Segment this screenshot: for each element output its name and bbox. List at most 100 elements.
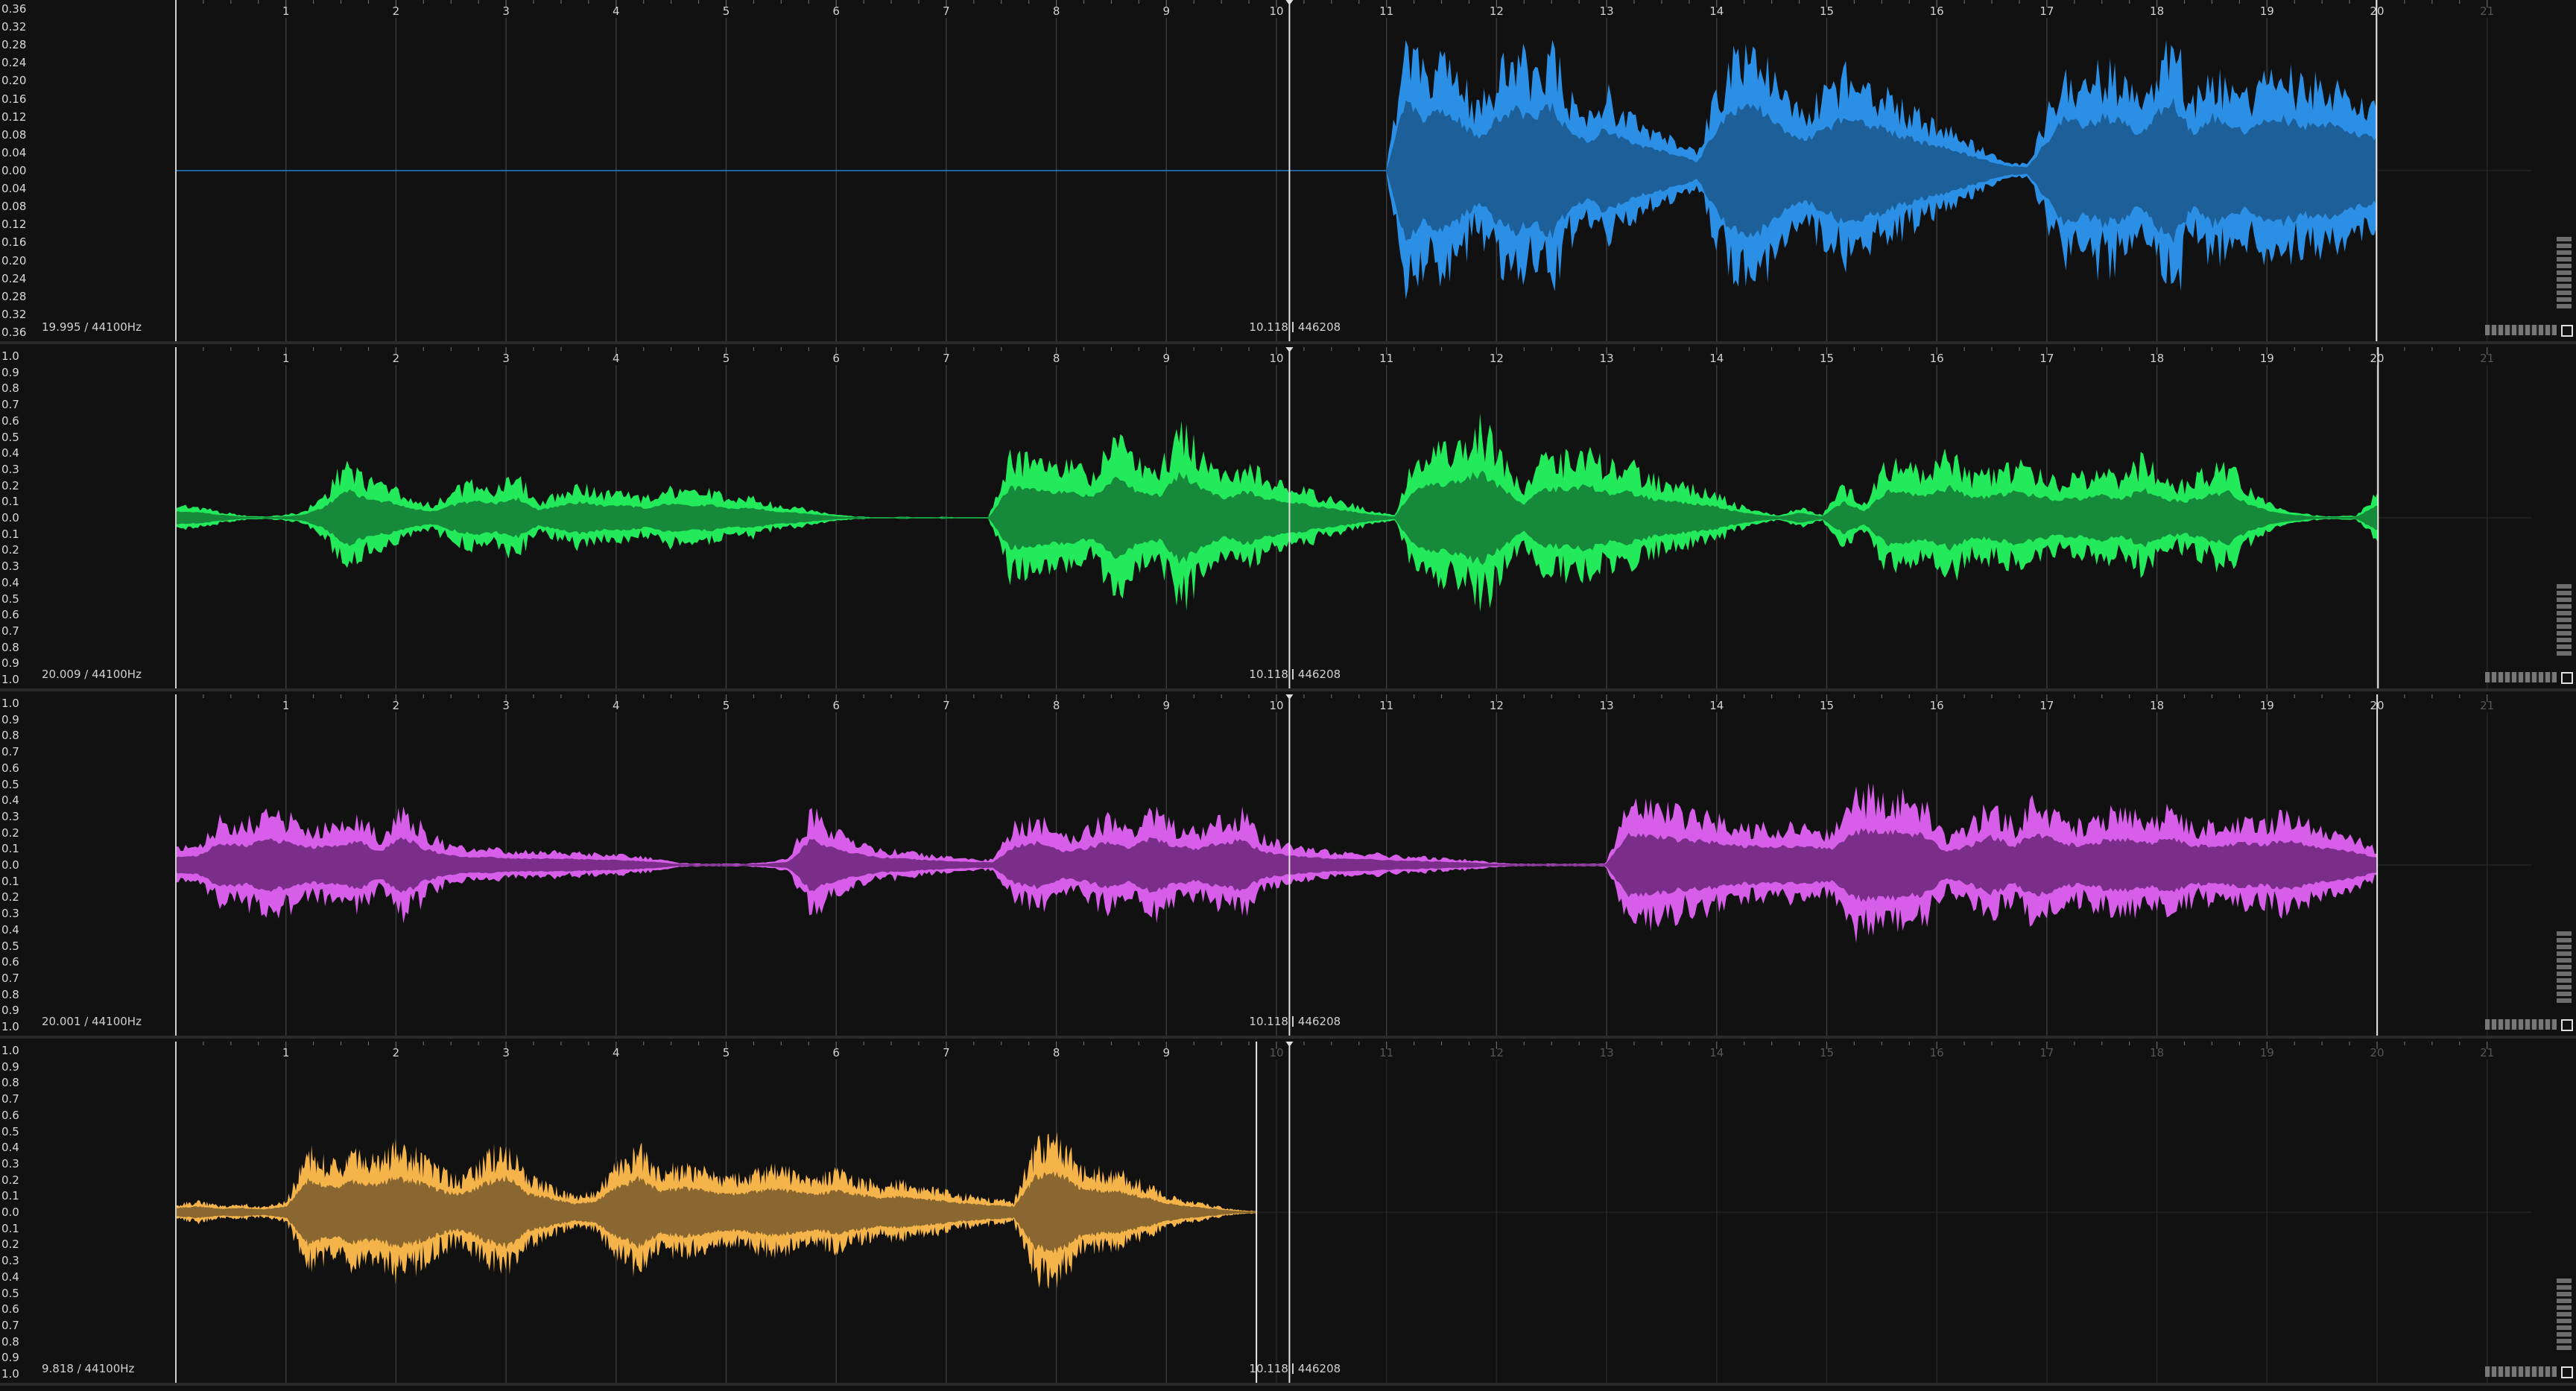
meter-segment <box>2557 291 2572 295</box>
cursor-time: 10.118 <box>1249 668 1288 681</box>
track-toggle-checkbox[interactable] <box>2561 325 2573 337</box>
waveform-canvas[interactable] <box>0 1042 2576 1383</box>
amplitude-label: 0.0 <box>1 511 19 525</box>
time-tick-label: 6 <box>832 699 840 712</box>
meter-segment <box>2557 297 2572 302</box>
time-tick-label: 4 <box>613 699 620 712</box>
meter-segment <box>2557 972 2572 976</box>
amplitude-label: 0.04 <box>1 182 27 196</box>
playhead-marker-icon <box>1285 347 1294 352</box>
time-tick-label: 5 <box>722 699 730 712</box>
waveform-tracks: 1 2 3 4 5 6 7 8 9 10 11 12 13 14 15 16 17 18 19 20 21 0.36 0.3… <box>0 0 2576 1391</box>
time-tick-label: 1 <box>282 352 290 365</box>
amplitude-label: 0.28 <box>1 289 27 303</box>
audio-track-4[interactable]: 1 2 3 4 5 6 7 8 9 10 11 12 13 14 15 16 17 18 19 20 21 1.0 0.9 0… <box>0 1042 2576 1386</box>
time-tick-label: 2 <box>392 4 400 18</box>
level-meter-icon <box>2557 1278 2572 1352</box>
time-tick-label: 17 <box>2039 4 2054 18</box>
time-tick-label: 7 <box>943 352 950 365</box>
amplitude-label: 0.6 <box>1 955 19 969</box>
amplitude-label: 0.6 <box>1 1302 19 1316</box>
time-tick-label: 6 <box>832 1046 840 1059</box>
track-toggle-checkbox[interactable] <box>2561 1366 2573 1378</box>
cursor-readout: 10.118 446208 <box>1249 1015 1341 1028</box>
amplitude-label: 0.5 <box>1 1286 19 1300</box>
audio-track-2[interactable]: 1 2 3 4 5 6 7 8 9 10 11 12 13 14 15 16 17 18 19 20 21 1.0 0.9 0… <box>0 347 2576 691</box>
meter-segment <box>2557 591 2572 595</box>
amplitude-label: 0.9 <box>1 712 19 726</box>
time-tick-label: 6 <box>832 352 840 365</box>
amplitude-label: 0.12 <box>1 218 27 232</box>
time-tick-label: 19 <box>2259 699 2274 712</box>
amplitude-label: 0.16 <box>1 92 27 106</box>
time-tick-label: 16 <box>1929 1046 1944 1059</box>
time-tick-label: 5 <box>722 352 730 365</box>
meter-segment <box>2557 1285 2572 1290</box>
amplitude-label: 0.8 <box>1 729 19 743</box>
time-tick-label: 21 <box>2480 4 2495 18</box>
amplitude-label: 1.0 <box>1 673 19 686</box>
time-tick-label: 20 <box>2370 352 2384 365</box>
amplitude-label: 0.6 <box>1 414 19 428</box>
playhead-marker-icon <box>1285 694 1294 700</box>
time-tick-label: 4 <box>613 4 620 18</box>
time-tick-label: 12 <box>1489 699 1504 712</box>
time-tick-label: 13 <box>1599 4 1614 18</box>
volume-slider[interactable] <box>2485 1019 2557 1030</box>
amplitude-label: 0.20 <box>1 253 27 267</box>
amplitude-label: 0.4 <box>1 793 19 808</box>
amplitude-label: 0.9 <box>1 1351 19 1365</box>
amplitude-label: 0.24 <box>1 56 27 70</box>
amplitude-label: 0.8 <box>1 1334 19 1349</box>
meter-segment <box>2557 1305 2572 1310</box>
amplitude-label: 0.4 <box>1 575 19 589</box>
waveform-canvas[interactable] <box>0 694 2576 1036</box>
amplitude-label: 0.7 <box>1 971 19 985</box>
waveform-canvas[interactable] <box>0 0 2576 341</box>
time-tick-label: 10 <box>1269 699 1284 712</box>
amplitude-label: 1.0 <box>1 349 19 363</box>
meter-segment <box>2557 938 2572 942</box>
time-tick-label: 4 <box>613 352 620 365</box>
meter-segment <box>2557 237 2572 241</box>
audio-track-1[interactable]: 1 2 3 4 5 6 7 8 9 10 11 12 13 14 15 16 17 18 19 20 21 0.36 0.3… <box>0 0 2576 344</box>
amplitude-label: 0.9 <box>1 1004 19 1018</box>
amplitude-label: 0.6 <box>1 761 19 775</box>
amplitude-label: 0.1 <box>1 842 19 856</box>
meter-segment <box>2557 1299 2572 1303</box>
volume-slider[interactable] <box>2485 672 2557 682</box>
track-toggle-checkbox[interactable] <box>2561 672 2573 684</box>
time-tick-label: 18 <box>2150 352 2165 365</box>
time-tick-label: 2 <box>392 352 400 365</box>
time-tick-label: 3 <box>502 699 510 712</box>
meter-segment <box>2557 270 2572 275</box>
volume-slider[interactable] <box>2485 325 2557 335</box>
audio-track-3[interactable]: 1 2 3 4 5 6 7 8 9 10 11 12 13 14 15 16 17 18 19 20 21 1.0 0.9 0… <box>0 694 2576 1039</box>
time-tick-label: 20 <box>2370 699 2384 712</box>
meter-segment <box>2557 1319 2572 1323</box>
meter-segment <box>2557 945 2572 949</box>
time-tick-label: 5 <box>722 4 730 18</box>
meter-segment <box>2557 250 2572 255</box>
amplitude-label: 0.08 <box>1 200 27 214</box>
waveform-canvas[interactable] <box>0 347 2576 688</box>
playhead-marker-icon <box>1285 1042 1294 1047</box>
time-tick-label: 6 <box>832 4 840 18</box>
amplitude-label: 0.5 <box>1 939 19 953</box>
meter-segment <box>2557 1312 2572 1316</box>
amplitude-label: 0.28 <box>1 38 27 52</box>
cursor-sample: 446208 <box>1297 1362 1341 1375</box>
time-tick-label: 19 <box>2259 352 2274 365</box>
amplitude-label: 0.8 <box>1 1076 19 1090</box>
meter-segment <box>2557 1346 2572 1350</box>
track-toggle-checkbox[interactable] <box>2561 1019 2573 1031</box>
time-tick-label: 14 <box>1709 4 1724 18</box>
meter-segment <box>2557 264 2572 268</box>
meter-segment <box>2557 631 2572 636</box>
volume-slider[interactable] <box>2485 1366 2557 1377</box>
amplitude-label: 0.24 <box>1 271 27 285</box>
cursor-time: 10.118 <box>1249 320 1288 334</box>
time-tick-label: 17 <box>2039 699 2054 712</box>
time-tick-label: 7 <box>943 1046 950 1059</box>
cursor-readout: 10.118 446208 <box>1249 1362 1341 1375</box>
